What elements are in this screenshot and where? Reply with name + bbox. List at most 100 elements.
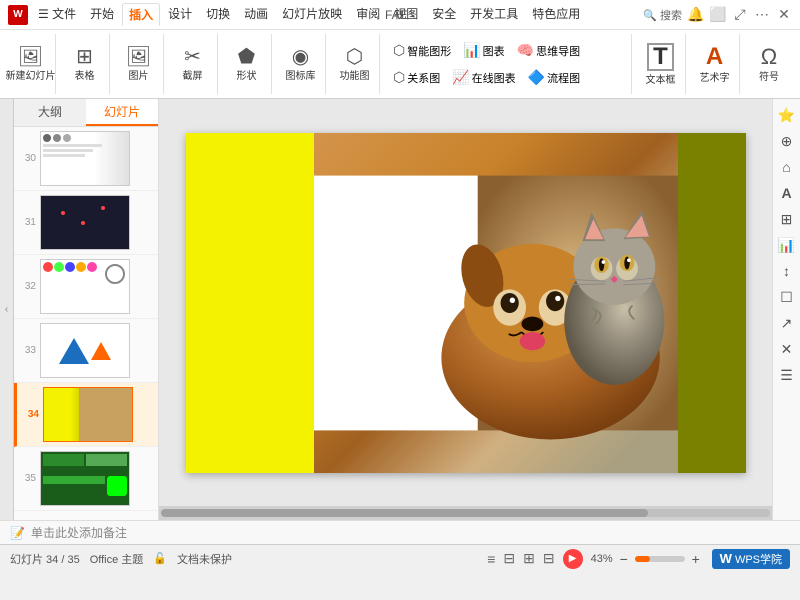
arttext-button[interactable]: A 艺术字 [695, 43, 735, 86]
new-slide-label: 新建幻灯片 [6, 67, 56, 82]
iconlib-label: 图标库 [286, 67, 316, 82]
menu-animation[interactable]: 动画 [238, 3, 274, 26]
horizontal-scrollbar[interactable] [159, 506, 772, 520]
align-icon[interactable]: ≡ [487, 551, 495, 567]
menu-security[interactable]: 安全 [426, 3, 462, 26]
notes-placeholder[interactable]: 单击此处添加备注 [31, 524, 127, 541]
rt-chart-button[interactable]: 📊 [775, 233, 799, 257]
fullscreen-button[interactable]: ⤢ [732, 7, 748, 23]
tab-slides[interactable]: 幻灯片 [86, 99, 158, 126]
shape-button[interactable]: ⬟ 形状 [227, 45, 267, 84]
rt-grid-button[interactable]: ⊞ [775, 207, 799, 231]
smartshape-button[interactable]: ⬡ 智能图形 [390, 40, 454, 61]
menu-features[interactable]: 特色应用 [526, 3, 586, 26]
slide-num-35: 35 [18, 473, 36, 484]
search-label[interactable]: 🔍 搜索 [643, 7, 682, 23]
menu-file[interactable]: ☰ 文件 [32, 3, 82, 26]
iconlib-button[interactable]: ◉ 图标库 [281, 45, 321, 84]
protection-icon: 🔓 [153, 552, 167, 565]
rt-home-button[interactable]: ⌂ [775, 155, 799, 179]
shape-icon: ⬟ [238, 47, 255, 67]
zoom-value: 43% [591, 553, 613, 565]
screenshot-label: 截屏 [183, 67, 203, 82]
menu-transition[interactable]: 切换 [200, 3, 236, 26]
symbol-button[interactable]: Ω 符号 [749, 44, 789, 85]
group-new-slide: 🖼 新建幻灯片 [6, 34, 56, 94]
textbox-button[interactable]: T 文本框 [641, 41, 681, 88]
title-menu: ☰ 文件 开始 插入 设计 切换 动画 幻灯片放映 审阅 视图 安全 开发工具 … [32, 3, 586, 26]
zoom-minus-button[interactable]: − [616, 551, 632, 567]
mindmap-button[interactable]: 🧠 思维导图 [514, 40, 583, 61]
hscroll-track [161, 509, 770, 517]
canvas-scroll[interactable] [159, 99, 772, 506]
tab-outline[interactable]: 大纲 [14, 99, 86, 126]
thumb34-image [79, 388, 132, 441]
menu-design[interactable]: 设计 [162, 3, 198, 26]
rt-box-button[interactable]: ☐ [775, 285, 799, 309]
online-chart-icon: 📈 [452, 69, 469, 86]
relation-button[interactable]: ⬡ 关系图 [390, 67, 443, 88]
menu-home[interactable]: 开始 [84, 3, 120, 26]
hscroll-thumb[interactable] [161, 509, 648, 517]
function-button[interactable]: ⬡ 功能图 [335, 45, 375, 84]
group-shape: ⬟ 形状 [222, 34, 272, 94]
grid-view-icon[interactable]: ⊞ [523, 550, 535, 567]
iconlib-icon: ◉ [292, 47, 309, 67]
slide-item-35[interactable]: 35 [14, 447, 158, 511]
play-button[interactable]: ▶ [563, 549, 583, 569]
image-label: 图片 [129, 67, 149, 82]
canvas-area [159, 99, 772, 520]
zoom-bar[interactable] [635, 556, 685, 562]
image-button[interactable]: 🖼 图片 [119, 45, 159, 84]
slide-num-34: 34 [21, 409, 39, 420]
rt-menu-button[interactable]: ☰ [775, 363, 799, 387]
new-slide-button[interactable]: 🖼 新建幻灯片 [2, 45, 60, 84]
slide-view-icon[interactable]: ⊟ [543, 550, 555, 567]
slide-item-34[interactable]: 34 [14, 383, 158, 447]
slide-item-33[interactable]: 33 [14, 319, 158, 383]
slide-canvas [186, 133, 746, 473]
wps-badge[interactable]: W WPS学院 [712, 549, 790, 569]
collapse-sidebar-button[interactable]: ‹ [0, 99, 14, 520]
status-right: ≡ ⊟ ⊞ ⊟ ▶ 43% − + W WPS学院 [487, 549, 790, 569]
slide-thumb-34 [43, 387, 133, 442]
minimize-button[interactable]: 🔔 [688, 7, 704, 23]
online-chart-button[interactable]: 📈 在线图表 [449, 67, 518, 88]
group-arttext: A 艺术字 [690, 34, 740, 94]
screenshot-button[interactable]: ✂ 截屏 [173, 45, 213, 84]
slide-thumb-31 [40, 195, 130, 250]
slide-item-30[interactable]: 30 [14, 127, 158, 191]
mindmap-icon: 🧠 [517, 42, 534, 59]
slide-item-31[interactable]: 31 [14, 191, 158, 255]
slide-thumb-30 [40, 131, 130, 186]
rt-cancel-button[interactable]: ✕ [775, 337, 799, 361]
arttext-icon: A [706, 45, 723, 69]
rt-arrow-button[interactable]: ↗ [775, 311, 799, 335]
close-button[interactable]: ✕ [776, 7, 792, 23]
textbox-label: 文本框 [646, 71, 676, 86]
normal-view-icon[interactable]: ⊟ [503, 550, 515, 567]
add-slide-button[interactable]: ＋ [14, 511, 158, 520]
title-controls: 🔍 搜索 🔔 ⬜ ⤢ ⋯ ✕ [643, 7, 792, 23]
slide-num-31: 31 [18, 217, 36, 228]
ribbon-content: 🖼 新建幻灯片 ⊞ 表格 🖼 图片 ✂ 截屏 [0, 30, 800, 98]
app-icon: W [8, 5, 28, 25]
rt-text-button[interactable]: A [775, 181, 799, 205]
menu-insert[interactable]: 插入 [122, 3, 160, 26]
menu-devtools[interactable]: 开发工具 [464, 3, 524, 26]
table-button[interactable]: ⊞ 表格 [65, 45, 105, 84]
menu-review[interactable]: 审阅 [350, 3, 386, 26]
chart-button[interactable]: 📊 图表 [460, 40, 507, 61]
rt-copy-button[interactable]: ⊕ [775, 129, 799, 153]
group-screenshot: ✂ 截屏 [168, 34, 218, 94]
restore-button[interactable]: ⬜ [710, 7, 726, 23]
rt-star-button[interactable]: ⭐ [775, 103, 799, 127]
flowchart-icon: 🔷 [528, 69, 545, 86]
menu-slideshow[interactable]: 幻灯片放映 [276, 3, 348, 26]
rt-expand-button[interactable]: ↕ [775, 259, 799, 283]
group-textbox: T 文本框 [636, 34, 686, 94]
settings-button[interactable]: ⋯ [754, 7, 770, 23]
zoom-plus-button[interactable]: + [688, 551, 704, 567]
slide-item-32[interactable]: 32 [14, 255, 158, 319]
flowchart-button[interactable]: 🔷 流程图 [525, 67, 583, 88]
